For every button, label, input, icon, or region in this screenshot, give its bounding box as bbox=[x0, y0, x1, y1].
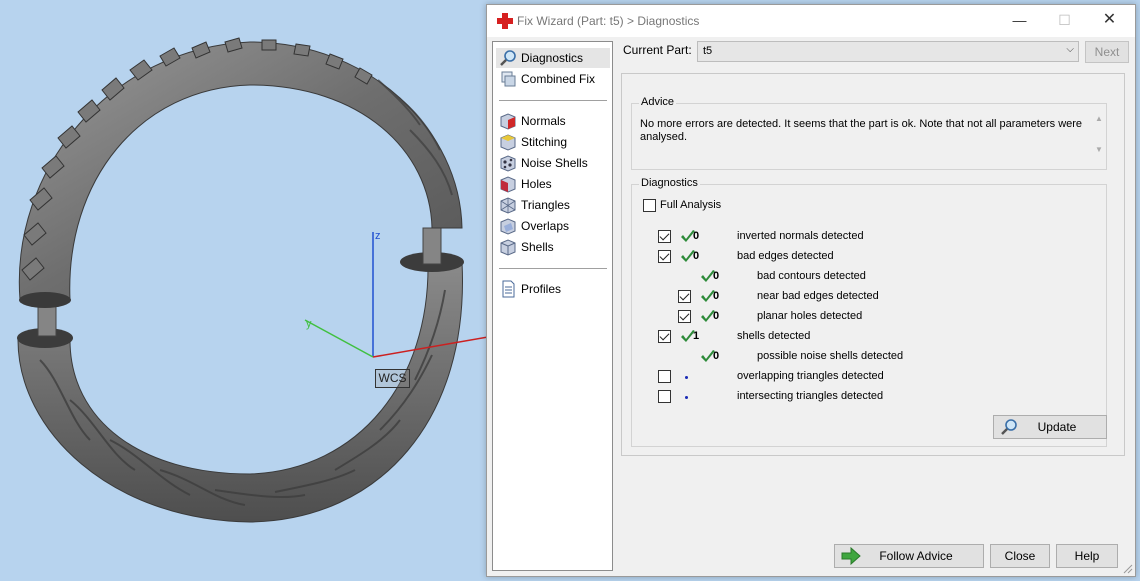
diagnostic-checkbox[interactable] bbox=[658, 330, 671, 343]
advice-scrollbar[interactable]: ▲ ▼ bbox=[1092, 114, 1106, 164]
holes-cube-icon bbox=[500, 176, 516, 193]
nav-item-holes[interactable]: Holes bbox=[496, 174, 610, 194]
red-cross-icon bbox=[497, 13, 513, 29]
resize-grip-icon[interactable] bbox=[1123, 564, 1133, 574]
green-arrow-icon bbox=[841, 547, 861, 565]
close-window-button[interactable]: ✕ bbox=[1087, 5, 1132, 37]
diagnostic-count: 1 bbox=[693, 330, 700, 342]
document-icon bbox=[502, 280, 515, 298]
nav-separator bbox=[499, 100, 607, 101]
diagnostic-checkbox[interactable] bbox=[658, 250, 671, 263]
follow-advice-label: Follow Advice bbox=[879, 549, 953, 563]
axis-y-label: y bbox=[306, 318, 312, 330]
stitching-cube-icon bbox=[500, 134, 516, 151]
scroll-down-icon[interactable]: ▼ bbox=[1092, 145, 1106, 154]
wcs-label: WCS bbox=[375, 369, 410, 388]
nav-item-label: Profiles bbox=[521, 282, 562, 296]
nav-item-triangles[interactable]: Triangles bbox=[496, 195, 610, 215]
nav-item-label: Diagnostics bbox=[521, 51, 584, 65]
diagnostic-checkbox[interactable] bbox=[658, 230, 671, 243]
current-part-select[interactable]: t5 ⌵ bbox=[697, 41, 1079, 62]
pending-dot-icon bbox=[685, 396, 688, 399]
pending-dot-icon bbox=[685, 376, 688, 379]
noise-shells-icon bbox=[500, 155, 516, 172]
diagnostics-panel: Advice No more errors are detected. It s… bbox=[621, 73, 1125, 456]
diagnostic-label: bad contours detected bbox=[757, 270, 866, 282]
diagnostic-label: shells detected bbox=[737, 330, 811, 342]
normals-cube-icon bbox=[500, 113, 516, 130]
next-button[interactable]: Next bbox=[1085, 41, 1129, 63]
nav-item-overlaps[interactable]: Overlaps bbox=[496, 216, 610, 236]
diagnostic-label: intersecting triangles detected bbox=[737, 390, 884, 402]
diagnostic-checkbox[interactable] bbox=[658, 390, 671, 403]
shells-cube-icon bbox=[500, 239, 516, 256]
dialog-title: Fix Wizard (Part: t5) > Diagnostics bbox=[517, 14, 700, 28]
advice-group: Advice No more errors are detected. It s… bbox=[631, 96, 1107, 170]
nav-item-label: Normals bbox=[521, 114, 566, 128]
nav-item-shells[interactable]: Shells bbox=[496, 237, 610, 257]
update-label: Update bbox=[1037, 420, 1077, 434]
diagnostic-count: 0 bbox=[693, 250, 700, 262]
chevron-down-icon: ⌵ bbox=[1066, 44, 1074, 55]
diagnostic-label: bad edges detected bbox=[737, 250, 834, 262]
diagnostic-label: inverted normals detected bbox=[737, 230, 864, 242]
help-button[interactable]: Help bbox=[1056, 544, 1118, 568]
close-button[interactable]: Close bbox=[990, 544, 1050, 568]
title-bar[interactable]: Fix Wizard (Part: t5) > Diagnostics — ☐ … bbox=[487, 5, 1135, 37]
magnifier-icon bbox=[500, 50, 516, 66]
overlaps-cube-icon bbox=[500, 218, 516, 235]
diagnostic-count: 0 bbox=[713, 290, 720, 302]
update-button[interactable]: Update bbox=[993, 415, 1107, 439]
diagnostic-label: planar holes detected bbox=[757, 310, 863, 322]
diagnostic-label: overlapping triangles detected bbox=[737, 370, 884, 382]
axis-z-label: z bbox=[375, 230, 381, 242]
full-analysis-checkbox[interactable] bbox=[643, 199, 656, 212]
diagnostics-title: Diagnostics bbox=[639, 177, 700, 189]
nav-item-label: Combined Fix bbox=[521, 72, 596, 86]
ring-model bbox=[17, 37, 488, 523]
diagnostic-checkbox[interactable] bbox=[658, 370, 671, 383]
nav-separator bbox=[499, 268, 607, 269]
diagnostic-label: possible noise shells detected bbox=[757, 350, 904, 362]
nav-item-label: Triangles bbox=[521, 198, 570, 212]
nav-item-label: Overlaps bbox=[521, 219, 570, 233]
nav-item-profiles[interactable]: Profiles bbox=[496, 279, 610, 299]
stacked-cubes-icon bbox=[501, 71, 516, 87]
nav-item-normals[interactable]: Normals bbox=[496, 111, 610, 131]
nav-item-label: Noise Shells bbox=[521, 156, 588, 170]
advice-title: Advice bbox=[639, 96, 677, 108]
nav-item-noise-shells[interactable]: Noise Shells bbox=[496, 153, 610, 173]
nav-item-stitching[interactable]: Stitching bbox=[496, 132, 610, 152]
fix-wizard-dialog: Fix Wizard (Part: t5) > Diagnostics — ☐ … bbox=[486, 4, 1136, 577]
3d-viewport[interactable]: z y WCS bbox=[0, 0, 488, 581]
follow-advice-button[interactable]: Follow Advice bbox=[834, 544, 984, 568]
magnifier-icon bbox=[1001, 419, 1017, 435]
nav-item-label: Holes bbox=[521, 177, 552, 191]
minimize-button[interactable]: — bbox=[997, 5, 1042, 37]
nav-item-label: Shells bbox=[521, 240, 554, 254]
maximize-button[interactable]: ☐ bbox=[1042, 5, 1087, 37]
diagnostic-checkbox[interactable] bbox=[678, 290, 691, 303]
nav-item-label: Stitching bbox=[521, 135, 568, 149]
diagnostics-group: Diagnostics Full Analysis 0 inverted norm… bbox=[631, 177, 1107, 447]
diagnostic-count: 0 bbox=[693, 230, 700, 242]
wizard-nav: Diagnostics Combined Fix Normals Stitchi… bbox=[492, 41, 613, 571]
current-part-label: Current Part: bbox=[623, 43, 692, 57]
full-analysis-label: Full Analysis bbox=[660, 199, 722, 211]
diagnostic-checkbox[interactable] bbox=[678, 310, 691, 323]
diagnostic-count: 0 bbox=[713, 310, 720, 322]
scroll-up-icon[interactable]: ▲ bbox=[1092, 114, 1106, 123]
advice-text: No more errors are detected. It seems th… bbox=[640, 118, 1083, 143]
diagnostic-count: 0 bbox=[713, 350, 720, 362]
nav-item-combined-fix[interactable]: Combined Fix bbox=[496, 69, 610, 89]
current-part-value: t5 bbox=[703, 45, 713, 57]
diagnostic-label: near bad edges detected bbox=[757, 290, 879, 302]
diagnostic-count: 0 bbox=[713, 270, 720, 282]
nav-item-diagnostics[interactable]: Diagnostics bbox=[496, 48, 610, 68]
triangles-cube-icon bbox=[500, 197, 516, 214]
